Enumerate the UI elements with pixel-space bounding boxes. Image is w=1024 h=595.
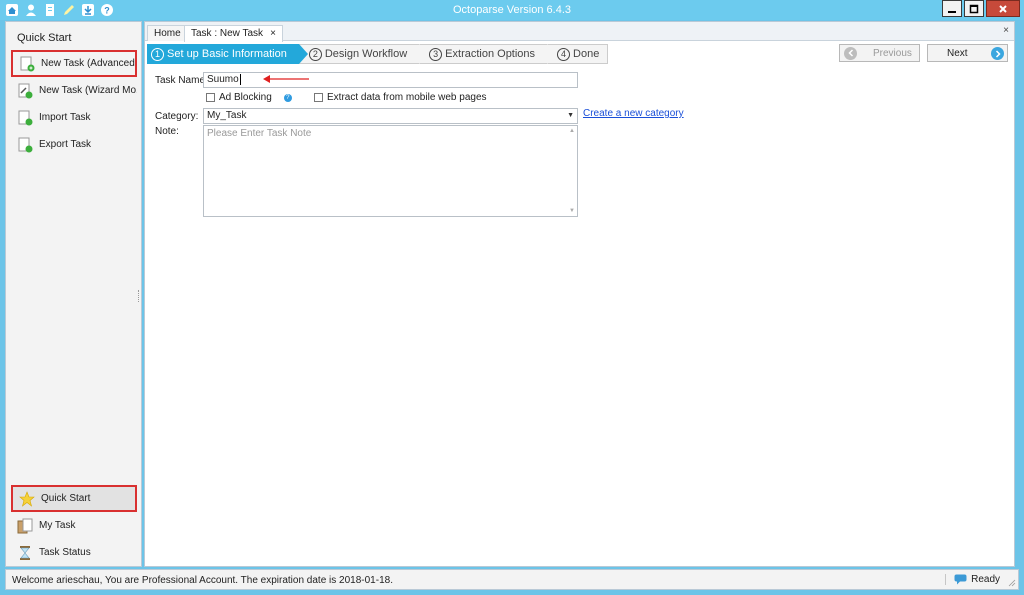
step-label: Design Workflow (324, 48, 408, 60)
step-number: 3 (429, 47, 443, 61)
chevron-right-icon (991, 47, 1004, 60)
sidebar-item-task-status[interactable]: Task Status (11, 539, 137, 566)
sidebar-item-quick-start[interactable]: Quick Start (11, 485, 137, 512)
step-arrow (419, 44, 429, 64)
tab-close-icon[interactable]: × (270, 28, 276, 39)
ad-blocking-checkbox[interactable]: Ad Blocking ? (206, 92, 292, 103)
main-panel: Home Task : New Task × × 1 Set up Basic I… (144, 21, 1015, 567)
previous-label: Previous (873, 47, 912, 59)
window-title: Octoparse Version 6.4.3 (452, 4, 571, 16)
status-bar: Welcome arieschau, You are Professional … (5, 569, 1019, 590)
tab-strip: Home Task : New Task × × (145, 22, 1014, 42)
mobile-pages-checkbox[interactable]: Extract data from mobile web pages (314, 92, 487, 103)
step-basic-information[interactable]: 1 Set up Basic Information (147, 44, 308, 64)
step-number: 1 (151, 47, 164, 61)
sidebar-item-label: Export Task (39, 139, 92, 150)
step-label: Extraction Options (445, 48, 536, 60)
annotation-arrow (263, 75, 309, 83)
sidebar-item-import-task[interactable]: Import Task (11, 104, 137, 131)
sidebar-item-label: New Task (Wizard Mo... (39, 85, 137, 96)
ad-blocking-label: Ad Blocking (219, 92, 272, 103)
category-select[interactable]: My_Task ▼ (203, 108, 578, 124)
hourglass-icon (17, 545, 33, 561)
status-state: Ready (971, 574, 1000, 585)
export-icon (17, 137, 33, 153)
title-bar: ? Octoparse Version 6.4.3 (0, 0, 1024, 20)
caret-down-icon: ▼ (567, 112, 574, 119)
sidebar-header: Quick Start (17, 32, 72, 44)
sidebar: Quick Start New Task (Advanced... New Ta… (5, 21, 142, 567)
minimize-button[interactable] (942, 0, 962, 17)
note-label: Note: (155, 126, 179, 137)
sidebar-item-label: Task Status (39, 547, 91, 558)
task-name-input[interactable]: Suumo (203, 72, 578, 88)
status-message: Welcome arieschau, You are Professional … (12, 575, 393, 586)
text-cursor (239, 74, 241, 85)
sidebar-item-label: Import Task (39, 112, 91, 123)
tab-label: Task : New Task (191, 28, 264, 39)
create-category-link[interactable]: Create a new category (583, 108, 684, 119)
sidebar-item-label: My Task (39, 520, 76, 531)
sidebar-item-my-task[interactable]: My Task (11, 512, 137, 539)
maximize-button[interactable] (964, 0, 984, 17)
mobile-pages-label: Extract data from mobile web pages (327, 92, 487, 103)
wizard-icon (17, 83, 33, 99)
ad-blocking-box[interactable] (206, 93, 215, 102)
tab-new-task[interactable]: Task : New Task × (184, 25, 283, 42)
import-icon (17, 110, 33, 126)
step-extraction-options[interactable]: 3 Extraction Options (419, 44, 557, 64)
info-icon[interactable]: ? (283, 93, 292, 102)
sidebar-item-new-task-advanced[interactable]: New Task (Advanced... (11, 50, 137, 77)
chevron-left-icon (844, 46, 857, 60)
task-name-label: Task Name: (155, 75, 208, 86)
new-task-icon (19, 56, 35, 72)
scroll-down-icon[interactable]: ▼ (569, 208, 575, 214)
task-name-value: Suumo (207, 74, 239, 85)
note-textarea[interactable]: Please Enter Task Note ▲ ▼ (203, 125, 578, 217)
step-arrow (298, 44, 308, 64)
star-icon (19, 490, 35, 507)
sidebar-item-export-task[interactable]: Export Task (11, 131, 137, 158)
category-label: Category: (155, 111, 199, 122)
tab-home[interactable]: Home (147, 25, 188, 41)
sidebar-splitter[interactable] (138, 290, 141, 302)
my-task-icon (17, 518, 33, 534)
close-window-button[interactable] (986, 0, 1020, 17)
category-value: My_Task (207, 110, 247, 121)
next-label: Next (947, 47, 968, 59)
sidebar-item-new-task-wizard[interactable]: New Task (Wizard Mo... (11, 77, 137, 104)
note-placeholder: Please Enter Task Note (207, 128, 312, 139)
step-label: Done (573, 48, 600, 60)
step-done[interactable]: 4 Done (547, 44, 609, 64)
wizard-steps: 1 Set up Basic Information 2 Design Work… (147, 44, 609, 64)
step-arrow (547, 44, 557, 64)
window-controls (940, 0, 1020, 17)
previous-button[interactable]: Previous (839, 44, 920, 62)
scroll-up-icon[interactable]: ▲ (569, 128, 575, 134)
status-ready: Ready (945, 574, 1000, 585)
step-number: 2 (308, 47, 322, 61)
resize-grip-icon[interactable] (1008, 579, 1016, 587)
step-design-workflow[interactable]: 2 Design Workflow (298, 44, 429, 64)
sidebar-item-label: Quick Start (41, 493, 91, 504)
step-label: Set up Basic Information (167, 48, 287, 60)
mobile-pages-box[interactable] (314, 93, 323, 102)
panel-close-icon[interactable]: × (1003, 25, 1009, 36)
sidebar-item-label: New Task (Advanced... (41, 58, 137, 69)
tab-label: Home (154, 28, 181, 39)
step-number: 4 (557, 47, 571, 61)
next-button[interactable]: Next (927, 44, 1008, 62)
chat-bubble-icon (954, 574, 967, 585)
